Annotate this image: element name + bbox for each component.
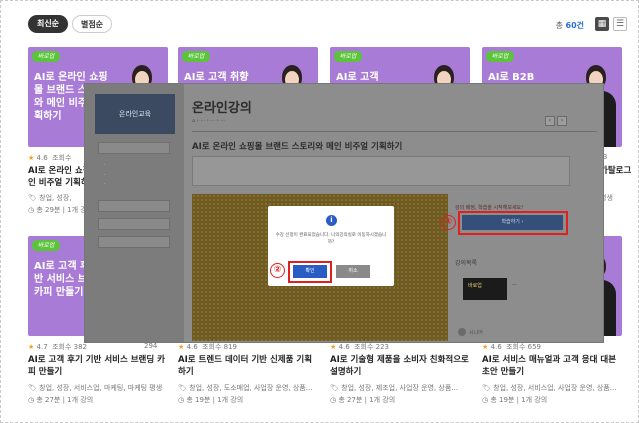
- start-learning-label: 강의 배정, 학습을 시작해보세요!: [455, 205, 524, 211]
- card-title[interactable]: AI로 트렌드 데이터 기반 신제품 기획하기: [178, 354, 318, 378]
- site-logo: 온라인교육: [95, 94, 175, 134]
- step-number-1: ①: [441, 215, 456, 230]
- card-tags: 🏷 창업, 성장, 도소매업, 사업장 운영, 상품...: [178, 384, 313, 392]
- card-badge: 바로업: [32, 51, 60, 62]
- cancel-button[interactable]: 취소: [336, 265, 370, 278]
- card-title[interactable]: AI로 기술형 제품을 소비자 친화적으로 설명하기: [330, 354, 470, 378]
- thumbnail-title: AI로 고객 취향: [184, 72, 249, 83]
- overlay-heading: 온라인강의: [192, 101, 252, 116]
- card-rating: ★ 4.6 조회수 223: [330, 343, 390, 351]
- sidebar-menu-item: [98, 200, 170, 212]
- star-icon: ★: [28, 154, 35, 162]
- card-tags: 🏷 창업, 성장, 제조업, 사업장 운영, 상품...: [330, 384, 458, 392]
- card-badge: 바로업: [486, 51, 514, 62]
- sidebar-submenu: ·: [104, 172, 106, 178]
- list-view-icon[interactable]: ☰: [613, 17, 627, 31]
- card-badge: 바로업: [334, 51, 362, 62]
- step-number-2: ②: [270, 263, 285, 278]
- card-views: 294: [144, 342, 158, 350]
- lecture-list-label: 강의목록: [455, 260, 478, 267]
- thumbnail-title: AI로 고객: [336, 72, 379, 83]
- card-tags: 🏷 창업, 성장,: [28, 194, 72, 202]
- sidebar-menu-item: [98, 142, 170, 154]
- sidebar-menu-item: [98, 218, 170, 230]
- card-rating: ★ 4.6 조회수 659: [482, 343, 542, 351]
- sort-rating-button[interactable]: 별점순: [72, 15, 112, 33]
- card-info: ◷ 총 19분 | 1개 강의: [178, 396, 244, 404]
- grid-view-icon[interactable]: ▦: [595, 17, 609, 31]
- lecture-info-box: [192, 156, 570, 186]
- card-tags: 🏷 창업, 성장, 서비스업, 마케팅, 마케팅 평생: [28, 384, 163, 392]
- lecture-title: AI로 온라인 쇼핑몰 브랜드 스토리와 메인 비주얼 기획하기: [192, 142, 403, 152]
- card-rating: ★ 4.6 조회수 819: [178, 343, 238, 351]
- card-tags: 🏷 창업, 성장, 서비스업, 사업장 운영, 상품...: [482, 384, 617, 392]
- card-title[interactable]: 카탈로그: [600, 165, 639, 177]
- card-rating: ★ 4.6 조회수: [28, 154, 72, 162]
- star-icon: ★: [330, 343, 337, 351]
- card-info: ◷ 총 27분 | 1개 강의: [330, 396, 396, 404]
- prev-icon: ‹: [545, 116, 555, 126]
- course-card[interactable]: 바로업 AI로 고객: [330, 47, 470, 147]
- lecture-list-thumbnail: 바로업: [463, 278, 507, 300]
- card-rating: ★ 4.7 조회수 382: [28, 343, 88, 351]
- highlight-box-learn: [458, 211, 568, 235]
- sidebar-submenu: ·: [104, 181, 106, 187]
- card-title[interactable]: AI로 고객 후기 기반 서비스 브랜딩 카피 만들기: [28, 354, 168, 378]
- star-icon: ★: [178, 343, 185, 351]
- lecture-list-text: —: [512, 282, 517, 288]
- divider: [192, 131, 597, 132]
- card-info: ◷ 총 19분 | 1개 강의: [482, 396, 548, 404]
- card-badge: 바로업: [32, 240, 60, 251]
- highlight-box-confirm: [288, 261, 332, 283]
- breadcrumb: ⌂ › ··· › ··· › ···: [192, 118, 226, 124]
- star-icon: ★: [482, 343, 489, 351]
- course-card[interactable]: 바로업 AI로 고객 취향: [178, 47, 318, 147]
- card-info: ◷ 총 29분 | 1개 강의: [28, 206, 94, 214]
- sidebar-menu-item: [98, 236, 170, 248]
- star-icon: ★: [28, 343, 35, 351]
- sidebar-submenu: ·: [104, 162, 106, 168]
- next-icon: ›: [557, 116, 567, 126]
- card-info: ◷ 총 27분 | 1개 강의: [28, 396, 94, 404]
- modal-message: 수강 신청이 완료되었습니다. 나의강의실로 이동하시겠습니까?: [275, 233, 387, 245]
- card-badge: 바로업: [182, 51, 210, 62]
- sort-latest-button[interactable]: 최신순: [28, 15, 68, 33]
- thumbnail-title: AI로 B2B: [488, 72, 535, 83]
- card-title[interactable]: AI로 서비스 매뉴얼과 고객 응대 대본 초안 만들기: [482, 354, 622, 378]
- author-name: 시니어: [469, 330, 483, 336]
- info-icon: i: [326, 215, 337, 226]
- author-icon: [458, 328, 466, 336]
- total-count: 총 60건: [555, 21, 584, 30]
